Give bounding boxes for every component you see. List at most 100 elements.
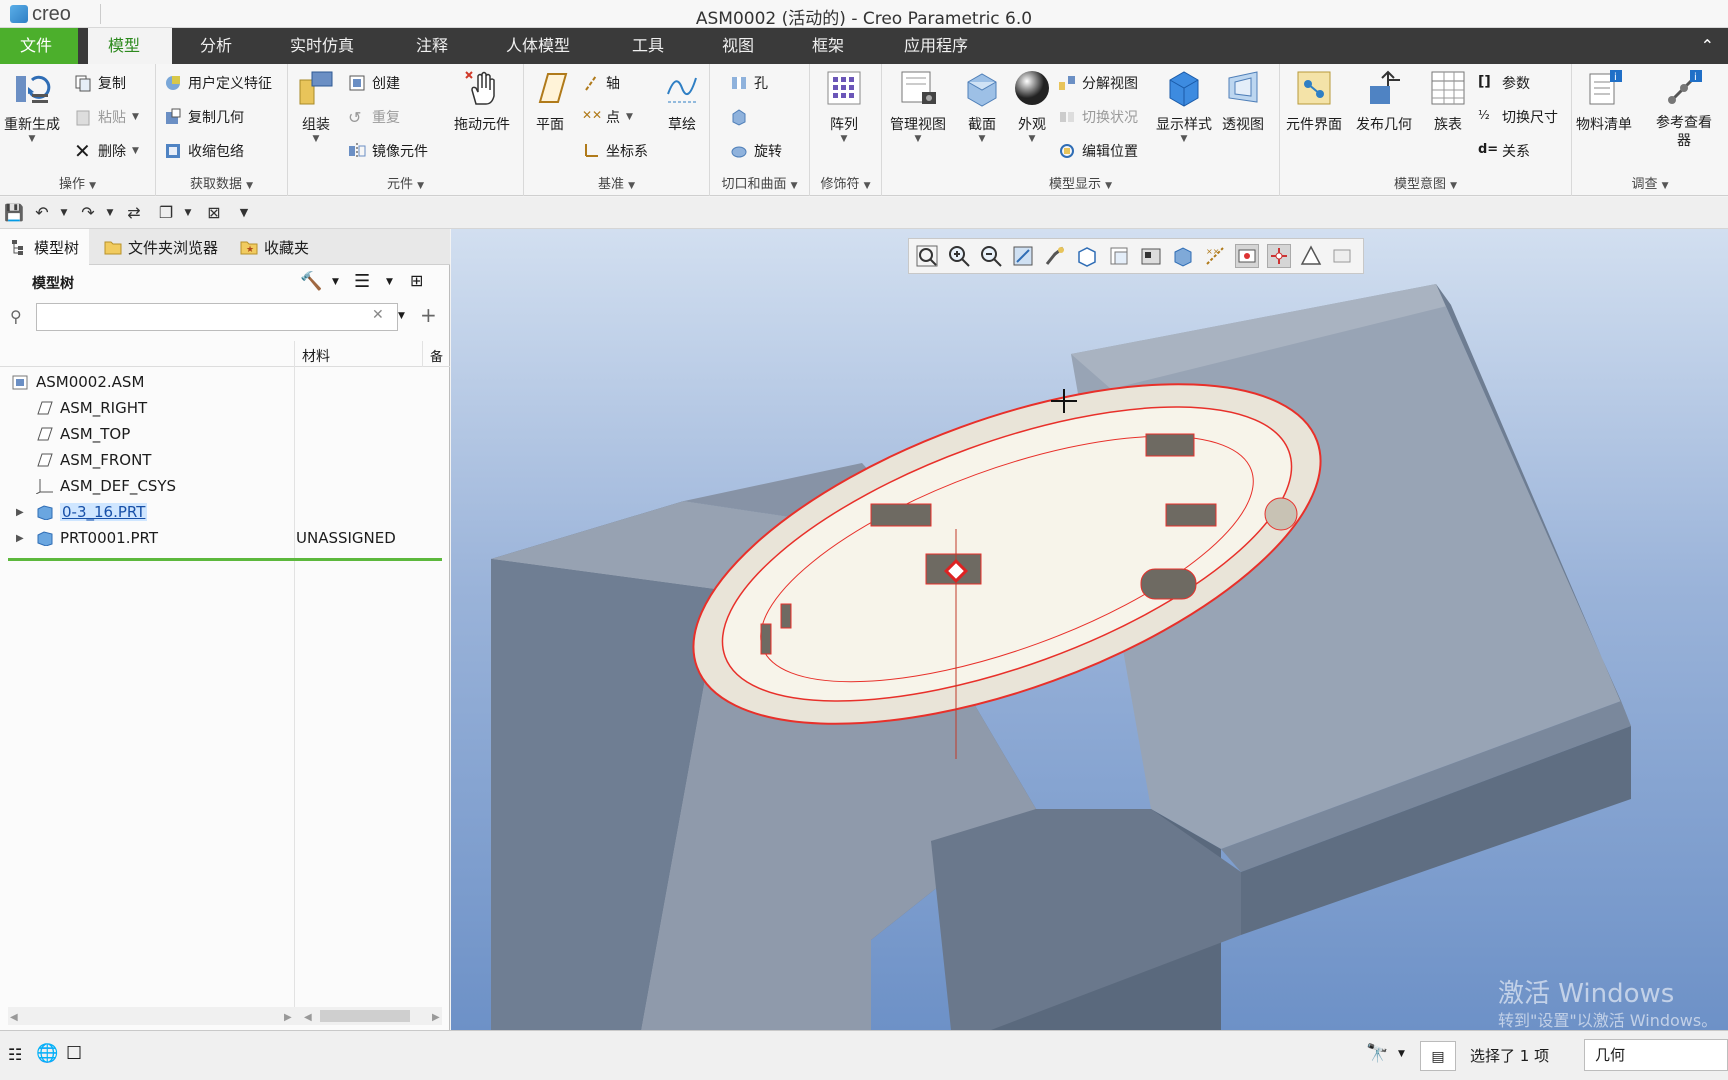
model-render[interactable]: [451, 229, 1728, 1030]
menu-view[interactable]: 视图: [702, 28, 774, 64]
menu-file[interactable]: 文件: [0, 28, 78, 64]
save-icon[interactable]: 💾: [4, 203, 24, 223]
revolve-button[interactable]: 旋转: [730, 140, 782, 162]
shrinkwrap-button[interactable]: 收缩包络: [164, 140, 244, 162]
group-title-cut-surface[interactable]: 切口和曲面 ▼: [710, 173, 809, 192]
refit-icon[interactable]: [915, 244, 939, 268]
spin-center-icon[interactable]: [1235, 244, 1259, 268]
menu-annotate[interactable]: 注释: [396, 28, 468, 64]
undo-icon[interactable]: ↶: [32, 203, 52, 223]
tab-folder-browser[interactable]: 文件夹浏览器: [94, 229, 228, 265]
regenerate-button[interactable]: 重新生成 ▼: [4, 68, 60, 144]
menu-model[interactable]: 模型: [88, 28, 172, 64]
copy-button[interactable]: 复制: [74, 72, 126, 94]
section-button[interactable]: 截面 ▼: [962, 68, 1002, 144]
add-filter-icon[interactable]: +: [420, 303, 437, 327]
manage-views-button[interactable]: 管理视图 ▼: [890, 68, 946, 144]
saved-orientations-icon[interactable]: [1075, 244, 1099, 268]
graphics-window[interactable]: ×× 激活 Windows 转到"设置"以激活 Windows。: [451, 229, 1728, 1030]
model-tree-toggle-icon[interactable]: ☷: [8, 1045, 22, 1064]
display-style-small-icon[interactable]: [1171, 244, 1195, 268]
search-dropdown-icon[interactable]: ▼: [398, 311, 405, 321]
selection-filter-select[interactable]: 几何: [1584, 1039, 1728, 1071]
family-table-button[interactable]: 族表: [1428, 68, 1468, 134]
menu-framework[interactable]: 框架: [792, 28, 864, 64]
point-button[interactable]: ✕✕ 点 ▼: [582, 106, 633, 128]
assemble-button[interactable]: 组装 ▼: [296, 68, 336, 144]
browser-toggle-icon[interactable]: 🌐: [36, 1043, 58, 1064]
windows-icon[interactable]: ❐: [156, 203, 176, 223]
menu-applications[interactable]: 应用程序: [884, 28, 988, 64]
menu-human-model[interactable]: 人体模型: [486, 28, 590, 64]
display-style-button[interactable]: 显示样式 ▼: [1156, 68, 1212, 144]
group-title-component[interactable]: 元件 ▼: [288, 173, 523, 192]
tree-row-datum-plane[interactable]: ASM_FRONT: [0, 447, 450, 473]
zoom-out-icon[interactable]: [979, 244, 1003, 268]
menu-tools[interactable]: 工具: [612, 28, 684, 64]
column-material[interactable]: 材料: [302, 346, 330, 366]
show-icon[interactable]: ☰: [354, 271, 370, 292]
relations-button[interactable]: d= 关系: [1478, 140, 1530, 162]
component-interface-button[interactable]: 元件界面: [1286, 68, 1342, 134]
publish-geometry-button[interactable]: 发布几何: [1356, 68, 1412, 134]
collapse-ribbon-icon[interactable]: ⌃: [1701, 28, 1714, 64]
group-title-datum[interactable]: 基准 ▼: [524, 173, 709, 192]
group-title-model-display[interactable]: 模型显示 ▼: [882, 173, 1279, 192]
expand-arrow-icon[interactable]: ▶: [16, 507, 24, 518]
undo-dropdown-icon[interactable]: ▼: [54, 203, 74, 223]
tab-model-tree[interactable]: 模型树: [0, 229, 90, 265]
tree-row-assembly[interactable]: ASM0002.ASM: [0, 369, 450, 395]
hole-button[interactable]: 孔: [730, 72, 768, 94]
column-separator[interactable]: [422, 341, 423, 367]
switch-dimensions-button[interactable]: ⅟₂ 切换尺寸: [1478, 106, 1558, 128]
axis-button[interactable]: 轴: [582, 72, 620, 94]
sketch-button[interactable]: 草绘: [662, 68, 702, 134]
section-view-icon[interactable]: [1139, 244, 1163, 268]
repaint-icon[interactable]: [1011, 244, 1035, 268]
perspective-button[interactable]: 透视图: [1222, 68, 1264, 134]
mirror-component-button[interactable]: 镜像元件: [348, 140, 428, 162]
show-dropdown-icon[interactable]: ▼: [386, 277, 393, 287]
copy-geometry-button[interactable]: 复制几何: [164, 106, 244, 128]
zoom-in-icon[interactable]: [947, 244, 971, 268]
horizontal-scrollbar[interactable]: ◀ ▶ ◀ ▶: [8, 1007, 442, 1025]
menu-analysis[interactable]: 分析: [180, 28, 252, 64]
udf-button[interactable]: 用户定义特征: [164, 72, 272, 94]
settings-icon[interactable]: 🔨: [300, 271, 322, 292]
tree-row-part[interactable]: ▶ 0-3_16.PRT: [0, 499, 450, 525]
csys-button[interactable]: 坐标系: [582, 140, 648, 162]
regenerate-small-icon[interactable]: ⇄: [124, 203, 144, 223]
windows-dropdown-icon[interactable]: ▼: [178, 203, 198, 223]
tree-row-part[interactable]: ▶ PRT0001.PRT UNASSIGNED: [0, 525, 450, 551]
column-note[interactable]: 备: [430, 346, 443, 365]
create-button[interactable]: 创建: [348, 72, 400, 94]
delete-button[interactable]: ✕ 删除 ▼: [74, 140, 139, 162]
group-title-investigate[interactable]: 调查 ▼: [1572, 173, 1728, 192]
close-window-icon[interactable]: ⊠: [204, 203, 224, 223]
group-title-get-data[interactable]: 获取数据 ▼: [156, 173, 287, 192]
datum-display-icon[interactable]: ××: [1203, 244, 1227, 268]
customize-toolbar-icon[interactable]: ▼: [234, 203, 254, 223]
pattern-button[interactable]: 阵列 ▼: [824, 68, 864, 144]
expand-arrow-icon[interactable]: ▶: [16, 533, 24, 544]
reference-viewer-button[interactable]: i 参考查看器: [1648, 68, 1720, 150]
find-dropdown-icon[interactable]: ▼: [1398, 1049, 1405, 1059]
parameters-button[interactable]: [] 参数: [1478, 72, 1530, 94]
clear-search-icon[interactable]: ✕: [372, 307, 384, 323]
toggle-status-button[interactable]: 切换状况: [1058, 106, 1138, 128]
redo-icon[interactable]: ↷: [78, 203, 98, 223]
layer-display-icon[interactable]: [1331, 244, 1355, 268]
appearance-button[interactable]: 外观 ▼: [1012, 68, 1052, 144]
insert-indicator[interactable]: [8, 558, 442, 561]
group-title-modifiers[interactable]: 修饰符 ▼: [810, 173, 881, 192]
plane-button[interactable]: 平面: [530, 68, 570, 134]
saved-views-icon[interactable]: [1107, 244, 1131, 268]
tab-favorites[interactable]: ★ 收藏夹: [230, 229, 319, 265]
bom-button[interactable]: i 物料清单: [1576, 68, 1632, 134]
edit-position-button[interactable]: 编辑位置: [1058, 140, 1138, 162]
menu-live-sim[interactable]: 实时仿真: [270, 28, 374, 64]
drag-component-button[interactable]: 拖动元件: [454, 68, 510, 134]
exploded-view-button[interactable]: 分解视图: [1058, 72, 1138, 94]
extrude-button[interactable]: [730, 106, 748, 128]
find-binoculars-icon[interactable]: 🔭: [1366, 1043, 1388, 1064]
